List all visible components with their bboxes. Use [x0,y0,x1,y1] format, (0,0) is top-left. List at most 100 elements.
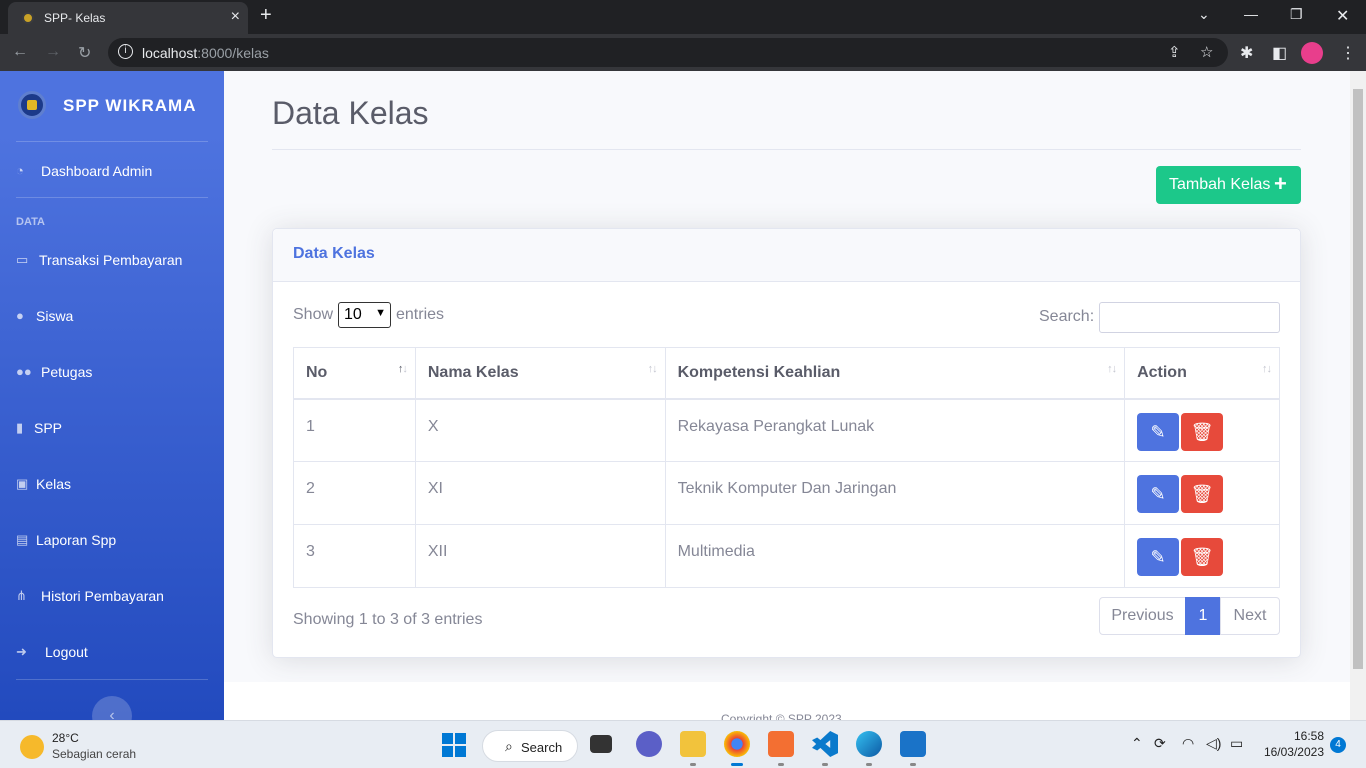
data-card: Data Kelas Show 10 ▼ entries Search: No ↑… [272,228,1301,658]
user-icon: ● [16,308,24,323]
weather-temp: 28°C [52,731,79,745]
notification-badge[interactable]: 4 [1330,737,1346,753]
column-header-label: Kompetensi Keahlian [677,364,841,381]
sidebar-item-label: Laporan Spp [36,532,117,548]
card-header: Data Kelas [273,229,1300,282]
running-indicator [822,763,828,766]
sort-asc-icon: ↑↓ [397,363,408,375]
file-explorer-icon[interactable] [680,731,706,757]
windows-start-icon[interactable] [442,733,466,757]
reload-icon[interactable]: ↻ [78,43,91,63]
browser-tab[interactable]: SPP- Kelas × [8,2,248,34]
volume-icon[interactable]: ◁) [1206,735,1221,752]
sidebar-item-label: Dashboard Admin [41,163,153,179]
battery-icon[interactable]: ▭ [1230,735,1243,752]
sidebar-item-transaksi[interactable]: ▭ Transaksi Pembayaran [16,250,208,274]
sidebar-item-kelas[interactable]: ▣ Kelas [16,474,208,498]
new-tab-button[interactable]: + [260,4,272,27]
task-view-icon[interactable] [590,735,612,753]
entries-label: entries [396,306,445,323]
add-kelas-button[interactable]: Tambah Kelas + [1156,166,1301,204]
xampp-icon[interactable] [768,731,794,757]
chevron-up-icon[interactable]: ⌃ [1131,735,1143,752]
sort-icon: ↑↓ [647,363,658,375]
vscode-icon[interactable] [812,731,838,757]
site-info-icon[interactable]: i [118,44,133,59]
copyright-text: Copyright © SPP 2023 [721,712,842,720]
sidebar-item-label: Transaksi Pembayaran [39,252,183,268]
cell-action: ✎ 🗑 [1124,524,1280,588]
sidebar-heading: DATA [16,216,45,228]
sidebar-item-histori[interactable]: ⋔ Histori Pembayaran [16,586,208,610]
money-icon: ▭ [16,252,29,267]
search-input[interactable] [1099,302,1280,333]
weather-sun-icon[interactable] [20,735,44,759]
pagination-previous[interactable]: Previous [1099,597,1186,635]
restore-icon[interactable]: ❐ [1290,6,1303,23]
clock[interactable]: 16:58 16/03/2023 [1260,729,1324,759]
sidebar-brand[interactable]: SPP WIKRAMA [0,71,224,141]
sidebar-item-dashboard[interactable]: ◔ Dashboard Admin [16,161,208,185]
extensions-icon[interactable]: ✱ [1240,43,1253,63]
back-icon[interactable]: ← [12,43,28,61]
scrollbar-thumb[interactable] [1353,89,1363,669]
main-content: Data Kelas Tambah Kelas + Data Kelas Sho… [224,71,1350,720]
share-icon[interactable]: ⇪ [1168,43,1181,61]
trash-icon: 🗑 [1190,484,1214,504]
bookmark-star-icon[interactable]: ☆ [1200,43,1213,61]
minimize-icon[interactable]: — [1244,6,1258,22]
page-scrollbar[interactable] [1350,71,1366,720]
profile-avatar[interactable] [1301,42,1323,64]
column-header-no[interactable]: No ↑↓ [293,347,416,400]
column-header-nama-kelas[interactable]: Nama Kelas ↑↓ [414,347,666,400]
forward-icon[interactable]: → [45,43,61,61]
entries-select[interactable]: 10 ▼ [338,302,391,328]
sidebar-item-label: Kelas [36,476,72,492]
pagination-page-1[interactable]: 1 [1185,597,1221,635]
column-header-kompetensi[interactable]: Kompetensi Keahlian ↑↓ [664,347,1126,400]
h-square-icon: ▣ [16,476,29,491]
column-header-action[interactable]: Action ↑↓ [1124,347,1280,400]
edit-button[interactable]: ✎ [1137,412,1180,451]
column-header-label: No [306,364,328,381]
table-row: 1 X Rekayasa Perangkat Lunak ✎ 🗑 [293,398,1280,462]
menu-kebab-icon[interactable]: ⋮ [1340,43,1356,63]
edge-icon[interactable] [856,731,882,757]
taskbar-search[interactable]: ⌕ Search [482,730,578,762]
delete-button[interactable]: 🗑 [1181,538,1224,576]
book-icon: ▤ [16,532,29,547]
close-window-icon[interactable]: ✕ [1336,6,1349,26]
taskbar: 28°C Sebagian cerah ⌕ Search ⌃ ⟳ ◠ ◁) ▭ … [0,720,1366,768]
file-icon: ▮ [16,420,24,435]
notepad-icon[interactable] [900,731,926,757]
address-input[interactable]: i localhost:8000/kelas ⇪ ☆ [108,38,1228,67]
pagination-next[interactable]: Next [1220,597,1280,635]
delete-button[interactable]: 🗑 [1181,412,1224,451]
delete-button[interactable]: 🗑 [1181,475,1224,513]
sidebar-item-siswa[interactable]: ● Siswa [16,306,208,330]
sync-icon[interactable]: ⟳ [1154,735,1166,752]
chevron-down-icon: ▼ [375,307,386,319]
edit-button[interactable]: ✎ [1137,475,1180,513]
sidebar-item-petugas[interactable]: ●● Petugas [16,362,208,386]
teams-chat-icon[interactable] [636,731,662,757]
sidebar-item-logout[interactable]: ➜ Logout [16,642,208,666]
table-header-row: No ↑↓ Nama Kelas ↑↓ Kompetensi Keahlian ↑↓ … [293,347,1280,400]
sidebar-item-label: Petugas [41,364,93,380]
cell-no: 1 [293,398,416,462]
brand-logo-icon [18,91,46,119]
column-header-label: Nama Kelas [427,364,519,381]
table-row: 2 XI Teknik Komputer Dan Jaringan ✎ 🗑 [293,461,1280,525]
sidebar-item-laporan[interactable]: ▤ Laporan Spp [16,530,208,554]
plus-icon: + [1274,171,1287,196]
tab-title: SPP- Kelas [44,11,106,25]
sidebar-item-spp[interactable]: ▮ SPP [16,418,208,442]
sidebar-divider [16,197,208,198]
close-tab-icon[interactable]: × [231,8,240,26]
wifi-icon[interactable]: ◠ [1182,735,1194,752]
tab-search-icon[interactable]: ⌄ [1198,6,1210,23]
cell-no: 3 [293,524,416,588]
edit-button[interactable]: ✎ [1137,538,1180,576]
side-panel-icon[interactable]: ◧ [1272,43,1287,63]
chrome-icon[interactable] [724,731,750,757]
